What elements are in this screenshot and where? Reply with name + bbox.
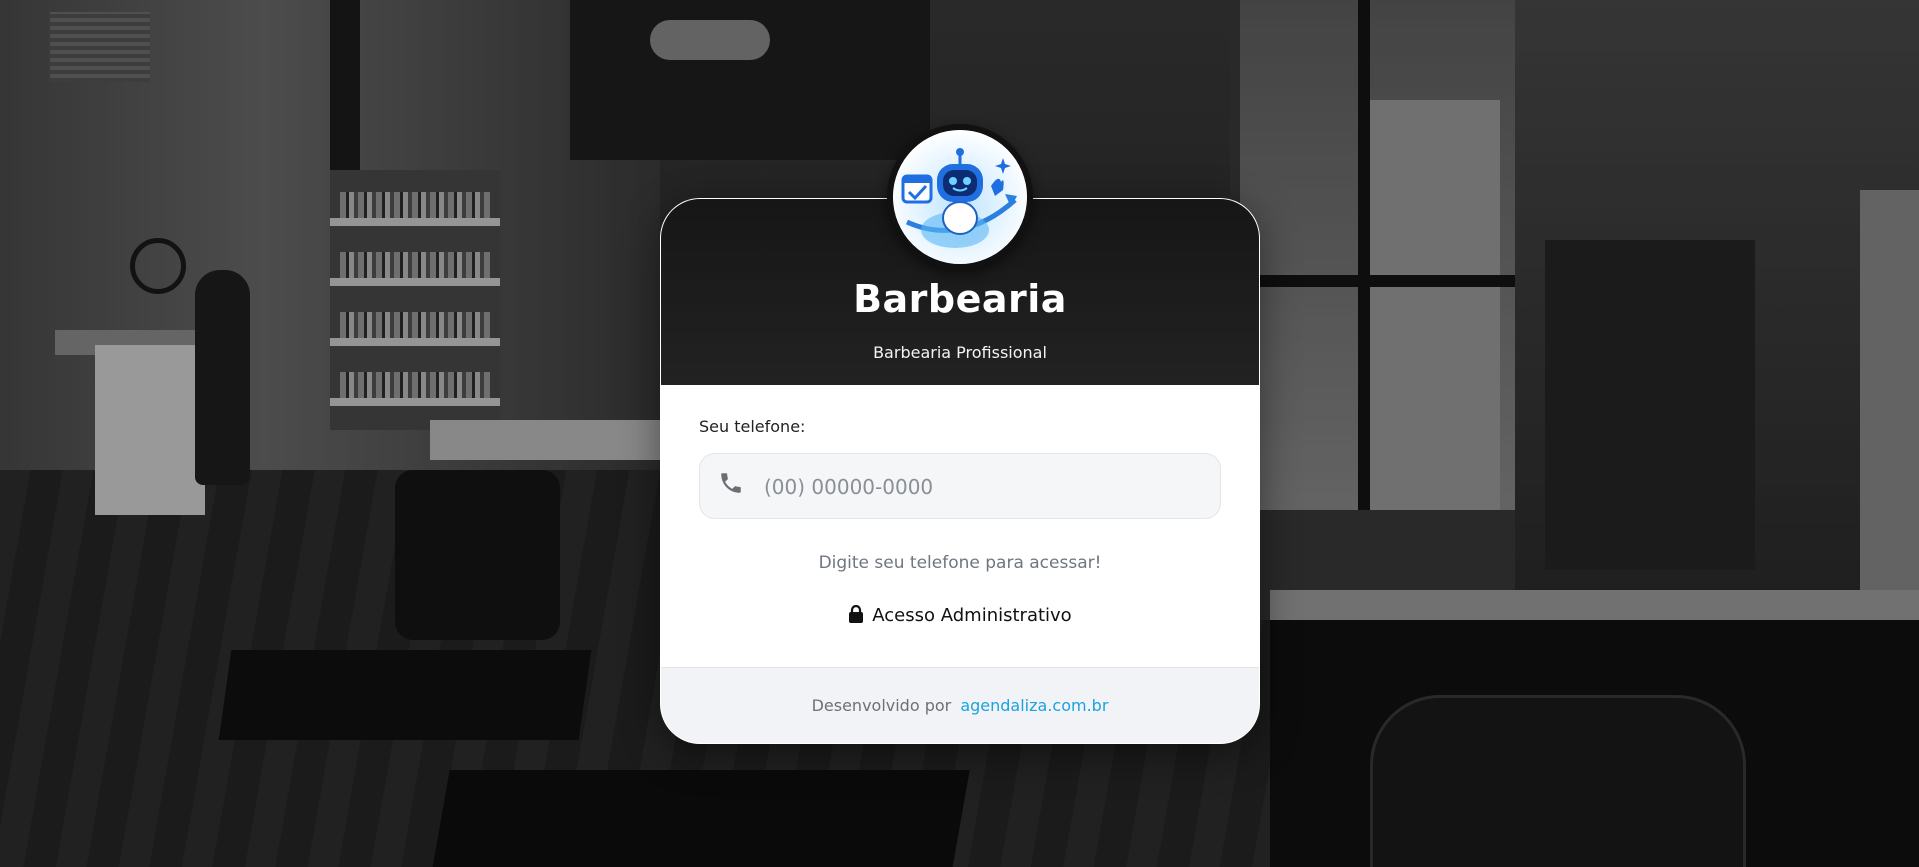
developer-link[interactable]: agendaliza.com.br: [960, 696, 1108, 715]
phone-label: Seu telefone:: [699, 417, 806, 436]
card-footer: Desenvolvido por agendaliza.com.br: [661, 667, 1259, 743]
brand-name: Barbearia: [853, 277, 1067, 321]
robot-mascot-icon: [893, 130, 1027, 264]
brand-tagline: Barbearia Profissional: [873, 343, 1047, 362]
login-card: Barbearia Barbearia Profissional Seu tel…: [660, 198, 1260, 744]
access-hint: Digite seu telefone para acessar!: [818, 553, 1102, 573]
admin-access-link[interactable]: Acesso Administrativo: [661, 604, 1259, 626]
phone-field[interactable]: [699, 453, 1221, 520]
brand-logo: [887, 124, 1033, 270]
footer-credit: Desenvolvido por agendaliza.com.br: [661, 696, 1259, 715]
admin-access-label: Acesso Administrativo: [872, 605, 1072, 626]
phone-input[interactable]: [762, 454, 1206, 520]
phone-icon: [718, 470, 744, 496]
footer-prefix: Desenvolvido por: [811, 696, 952, 715]
card-body: Seu telefone: Digite seu telefone para a…: [661, 385, 1259, 665]
lock-icon: [848, 604, 864, 623]
